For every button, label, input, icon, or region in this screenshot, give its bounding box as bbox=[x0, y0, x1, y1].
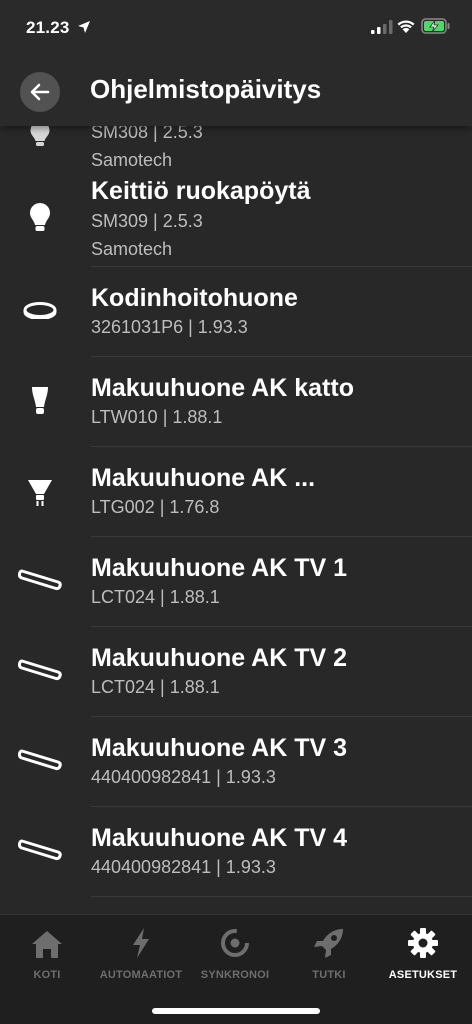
list-item[interactable]: Makuuhuone AK katto LTW010 | 1.88.1 bbox=[0, 357, 472, 447]
device-model-version: 3261031P6 | 1.93.3 bbox=[91, 317, 248, 337]
light-bar-icon bbox=[18, 747, 62, 773]
device-model-version: LCT024 | 1.88.1 bbox=[91, 587, 220, 607]
back-button[interactable] bbox=[20, 72, 60, 112]
bulb-icon bbox=[18, 385, 62, 417]
light-bar-icon bbox=[18, 567, 62, 593]
device-model-version: LTW010 | 1.88.1 bbox=[91, 407, 223, 427]
device-list[interactable]: SM308 | 2.5.3 Samotech Keittiö ruokapöyt… bbox=[0, 56, 472, 914]
list-item[interactable]: Makuuhuone AK TV 4 440400982841 | 1.93.3 bbox=[0, 807, 472, 897]
list-item[interactable]: Makuuhuone AK TV 1 LCT024 | 1.88.1 bbox=[0, 537, 472, 627]
device-model-version: LTG002 | 1.76.8 bbox=[91, 497, 220, 517]
device-name: Makuuhuone AK TV 4 bbox=[91, 824, 348, 852]
tab-koti[interactable]: KOTI bbox=[0, 923, 94, 981]
tab-label: TUTKI bbox=[312, 969, 346, 981]
light-bar-icon bbox=[18, 657, 62, 683]
device-model-version: 440400982841 | 1.93.3 bbox=[91, 857, 276, 877]
device-name: Makuuhuone AK TV 3 bbox=[91, 734, 348, 762]
device-name: Makuuhuone AK TV 2 bbox=[91, 644, 348, 672]
device-manufacturer: Samotech bbox=[91, 150, 173, 170]
sync-icon bbox=[221, 929, 249, 957]
wifi-icon bbox=[397, 20, 415, 33]
status-bar: 21.23 bbox=[0, 0, 472, 56]
spot-bulb-icon bbox=[18, 477, 62, 507]
list-item[interactable]: Kodinhoitohuone 3261031P6 | 1.93.3 bbox=[0, 267, 472, 357]
list-item[interactable]: Makuuhuone AK TV 3 440400982841 | 1.93.3 bbox=[0, 717, 472, 807]
location-arrow-icon bbox=[78, 21, 90, 33]
bulb-icon bbox=[18, 202, 62, 234]
tab-label: KOTI bbox=[33, 969, 61, 981]
device-name: Keittiö ruokapöytä bbox=[91, 177, 311, 205]
rocket-icon bbox=[314, 929, 343, 958]
device-manufacturer: Samotech bbox=[91, 239, 173, 259]
lightning-icon bbox=[133, 928, 149, 958]
status-time: 21.23 bbox=[26, 18, 70, 37]
device-model-version: SM309 | 2.5.3 bbox=[91, 211, 203, 231]
divider bbox=[91, 896, 472, 897]
device-model-version: LCT024 | 1.88.1 bbox=[91, 677, 220, 697]
tab-label: SYNKRONOI bbox=[200, 969, 270, 981]
signal-icon bbox=[371, 20, 393, 34]
device-model-version: 440400982841 | 1.93.3 bbox=[91, 767, 276, 787]
device-name: Kodinhoitohuone bbox=[91, 284, 298, 312]
tab-synkronoi[interactable]: SYNKRONOI bbox=[188, 923, 282, 981]
tab-asetukset[interactable]: ASETUKSET bbox=[376, 923, 470, 981]
page-title: Ohjelmistopäivitys bbox=[90, 74, 322, 104]
list-item[interactable]: Keittiö ruokapöytä SM309 | 2.5.3 Samotec… bbox=[0, 172, 472, 267]
home-indicator bbox=[152, 1008, 320, 1014]
device-name: Makuuhuone AK ... bbox=[91, 464, 316, 492]
device-name: Makuuhuone AK katto bbox=[91, 374, 354, 402]
list-item[interactable]: Makuuhuone AK TV 2 LCT024 | 1.88.1 bbox=[0, 627, 472, 717]
gear-icon bbox=[408, 928, 438, 958]
tab-label: AUTOMAATIOT bbox=[99, 969, 183, 981]
arrow-left-icon bbox=[30, 83, 50, 101]
list-item[interactable]: Makuuhuone AK ... LTG002 | 1.76.8 bbox=[0, 447, 472, 537]
tab-label: ASETUKSET bbox=[388, 969, 458, 981]
ceiling-ring-icon bbox=[18, 301, 62, 319]
top-app-bar: Ohjelmistopäivitys bbox=[0, 56, 472, 126]
battery-charging-icon bbox=[421, 18, 450, 34]
tab-automaatiot[interactable]: AUTOMAATIOT bbox=[94, 923, 188, 981]
light-bar-icon bbox=[18, 837, 62, 863]
device-name: Makuuhuone AK TV 1 bbox=[91, 554, 348, 582]
tab-tutki[interactable]: TUTKI bbox=[282, 923, 376, 981]
home-icon bbox=[32, 931, 62, 958]
